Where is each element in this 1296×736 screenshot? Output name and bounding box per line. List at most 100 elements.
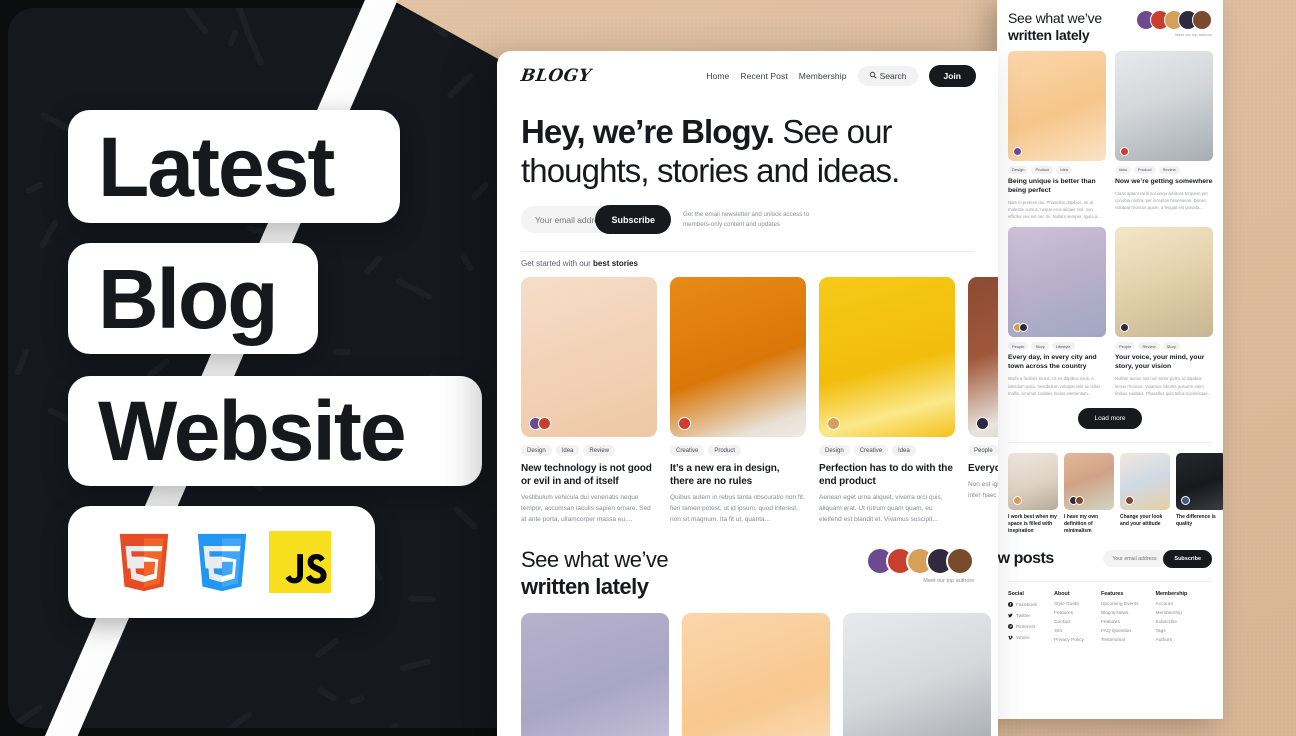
back-post-title[interactable]: Your voice, your mind, your story, your … <box>1115 354 1213 372</box>
back-post-tag[interactable]: Story <box>1031 342 1049 351</box>
author-avatars[interactable] <box>866 547 974 576</box>
back-post-tag[interactable]: People <box>1008 342 1029 351</box>
post-title[interactable]: Perfection has to do with the end produc… <box>819 462 955 488</box>
hero-word-latest: Latest <box>68 110 400 223</box>
back-post-tag[interactable]: Lifestyle <box>1051 342 1075 351</box>
back-post-author-avatars <box>1013 323 1028 333</box>
back-mini-title[interactable]: The difference is quality <box>1176 514 1223 528</box>
site-logo[interactable]: BLOGY <box>520 66 593 86</box>
back-mini-card[interactable]: I work best when my space is filled with… <box>1008 453 1058 535</box>
footer-link[interactable]: Tags <box>1156 629 1188 634</box>
post-title[interactable]: Everyone has a story <box>968 462 998 475</box>
back-subscribe-button[interactable]: Subscribe <box>1163 549 1212 568</box>
back-mini-title[interactable]: I work best when my space is filled with… <box>1008 514 1058 535</box>
back-post-tag[interactable]: Design <box>1008 165 1029 174</box>
written-lately-title-bold: written lately <box>521 573 649 599</box>
back-mini-title[interactable]: Change your look and your attitude <box>1120 514 1170 528</box>
footer-column: Social Facebook Twitter Pinterest Vimeo <box>1008 591 1037 647</box>
back-post-card[interactable]: People Review Story Your voice, your mind,… <box>1115 227 1213 397</box>
back-post-card[interactable]: Idea Product Review Now we’re getting some… <box>1115 50 1213 221</box>
post-tag[interactable]: Design <box>521 445 552 457</box>
back-mini-card[interactable]: I have my own definition of minimalism <box>1064 453 1114 535</box>
footer-link[interactable]: Account <box>1156 602 1188 607</box>
footer-link[interactable]: Upcoming Events <box>1101 602 1139 607</box>
footer-link[interactable]: Vimeo <box>1008 635 1037 642</box>
back-post-thumbnail <box>1115 227 1213 338</box>
back-mini-card[interactable]: The difference is quality <box>1176 453 1223 535</box>
avatar <box>1075 496 1084 506</box>
email-input[interactable] <box>521 214 599 225</box>
back-mini-thumbnail <box>1176 453 1223 511</box>
post-tag[interactable]: Creative <box>670 445 705 457</box>
hero-word-label: Blog <box>98 251 279 346</box>
subscribe-button[interactable]: Subscribe <box>595 205 671 235</box>
post-tag[interactable]: Idea <box>555 445 580 457</box>
recent-post-card[interactable] <box>682 613 830 736</box>
footer-link-label: Testimonial <box>1100 637 1125 643</box>
back-post-card[interactable]: People Story Lifestyle Every day, in every… <box>1008 227 1106 397</box>
footer-link[interactable]: Privacy Policy <box>1054 638 1084 643</box>
back-post-tag[interactable]: Story <box>1162 342 1180 351</box>
back-post-tag[interactable]: Review <box>1158 165 1180 174</box>
footer-link[interactable]: Features <box>1054 611 1084 616</box>
footer-link[interactable]: 404 <box>1054 629 1084 634</box>
back-post-tag[interactable]: Idea <box>1115 165 1131 174</box>
footer-link[interactable]: Authors <box>1156 638 1188 643</box>
post-title[interactable]: It’s a new era in design, there are no r… <box>670 462 806 488</box>
load-more-wrapper: Load more <box>997 397 1223 430</box>
primary-browser-window[interactable]: BLOGY Home Recent Post Membership Search… <box>497 51 998 736</box>
avatar <box>827 417 840 431</box>
back-post-title[interactable]: Being unique is better than being perfec… <box>1008 178 1106 196</box>
post-title[interactable]: New technology is not good or evil in an… <box>521 462 657 488</box>
footer-link[interactable]: Pinterest <box>1008 623 1037 631</box>
post-tag[interactable]: Creative <box>853 445 889 457</box>
post-card[interactable]: Design Idea Review New technology is not g… <box>521 277 657 525</box>
back-mini-title[interactable]: I have my own definition of minimalism <box>1064 514 1114 535</box>
footer-link[interactable]: Twitter <box>1008 613 1037 620</box>
avatar <box>976 417 989 431</box>
footer-link[interactable]: Style Guide <box>1054 602 1084 607</box>
footer-link-label: Blog & News <box>1100 610 1129 616</box>
back-post-tag[interactable]: Product <box>1133 165 1156 174</box>
back-post-title[interactable]: Now we’re getting somewhere <box>1115 178 1213 187</box>
post-card[interactable]: Creative Product It’s a new era in design… <box>670 277 806 525</box>
back-post-title[interactable]: Every day, in every city and town across… <box>1008 354 1106 372</box>
footer-link[interactable]: Testimonial <box>1101 638 1139 643</box>
footer-link[interactable]: Subscribe <box>1156 620 1188 625</box>
hero-word-label: Latest <box>98 119 335 214</box>
footer-link[interactable]: Features <box>1101 620 1139 625</box>
footer-link[interactable]: Facebook <box>1008 601 1037 609</box>
post-tag[interactable]: Product <box>708 445 742 457</box>
post-thumbnail <box>968 277 998 438</box>
post-card[interactable]: Design Creative Idea Perfection has to do … <box>819 277 955 525</box>
back-post-tag[interactable]: Review <box>1138 342 1160 351</box>
footer-link[interactable]: Blog & News <box>1101 611 1139 616</box>
newsletter-note: Get the email newsletter and unlock acce… <box>683 211 810 228</box>
back-post-card[interactable]: Design Product Idea Being unique is better… <box>1008 50 1106 221</box>
back-post-tag[interactable]: Idea <box>1056 165 1073 174</box>
footer-link[interactable]: FAQ Question <box>1101 629 1139 634</box>
footer-link-label: 404 <box>1054 628 1063 634</box>
post-tag[interactable]: Review <box>583 445 616 457</box>
footer-heading: About <box>1054 590 1070 597</box>
footer-link[interactable]: Contact <box>1054 620 1084 625</box>
join-button[interactable]: Join <box>928 65 976 87</box>
nav-home[interactable]: Home <box>706 71 729 81</box>
post-tag[interactable]: Idea <box>892 445 916 457</box>
post-card[interactable]: PeopleStory Everyone has a story Non est… <box>968 277 998 525</box>
secondary-browser-window[interactable]: See what we’ve written lately Meet our t… <box>997 0 1223 719</box>
back-post-tag[interactable]: Product <box>1031 165 1054 174</box>
post-tag[interactable]: Design <box>819 445 850 457</box>
recent-post-card[interactable] <box>843 613 991 736</box>
search-button[interactable]: Search <box>857 66 918 86</box>
footer-link[interactable]: Membership <box>1156 611 1188 616</box>
load-more-button[interactable]: Load more <box>1078 408 1142 430</box>
back-author-avatars[interactable] <box>1136 10 1212 30</box>
nav-membership[interactable]: Membership <box>799 71 847 81</box>
post-tag[interactable]: People <box>968 445 998 457</box>
back-mini-card[interactable]: Change your look and your attitude <box>1120 453 1170 535</box>
featured-post-row: Design Idea Review New technology is not g… <box>497 268 998 525</box>
nav-recent-post[interactable]: Recent Post <box>740 71 787 81</box>
back-post-tag[interactable]: People <box>1115 342 1136 351</box>
recent-post-card[interactable] <box>521 613 669 736</box>
